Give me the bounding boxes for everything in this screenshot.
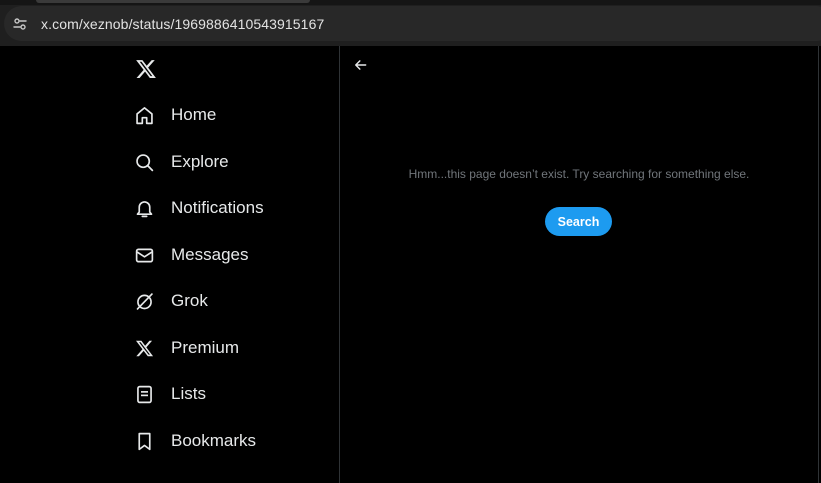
sidebar-item-label: Premium (171, 338, 240, 357)
page-content: Home Explore Notifications Messages Grok… (0, 46, 821, 483)
bell-icon (134, 198, 155, 219)
sidebar-item-label: Bookmarks (171, 431, 257, 450)
browser-toolbar: x.com/xeznob/status/1969886410543915167 (0, 0, 821, 46)
sidebar-item-explore[interactable]: Explore (124, 142, 241, 182)
grok-icon (134, 291, 155, 312)
url-text[interactable]: x.com/xeznob/status/1969886410543915167 (41, 16, 324, 32)
sidebar-item-home[interactable]: Home (124, 95, 228, 135)
sidebar-item-grok[interactable]: Grok (124, 281, 220, 321)
x-logo-icon (134, 338, 155, 359)
sidebar-item-label: Messages (171, 245, 249, 264)
sidebar-item-label: Grok (171, 291, 208, 310)
tab-strip (0, 0, 821, 5)
site-info-icon[interactable] (12, 16, 28, 32)
active-tab-edge[interactable] (36, 0, 310, 3)
sidebar-item-notifications[interactable]: Notifications (124, 188, 276, 228)
sidebar: Home Explore Notifications Messages Grok… (0, 46, 339, 483)
search-button[interactable]: Search (545, 207, 612, 236)
sidebar-item-lists[interactable]: Lists (124, 374, 218, 414)
envelope-icon (134, 245, 155, 266)
sidebar-item-label: Notifications (171, 198, 264, 217)
sidebar-item-label: Home (171, 105, 217, 124)
sidebar-item-premium[interactable]: Premium (124, 328, 251, 368)
list-icon (134, 384, 155, 405)
sidebar-item-label: Explore (171, 152, 229, 171)
address-bar[interactable]: x.com/xeznob/status/1969886410543915167 (4, 6, 821, 41)
column-divider (339, 46, 340, 483)
bookmark-icon (134, 431, 155, 452)
arrow-left-icon (354, 58, 368, 77)
sidebar-item-bookmarks[interactable]: Bookmarks (124, 421, 268, 461)
x-logo-icon[interactable] (135, 58, 157, 80)
home-icon (134, 105, 155, 126)
back-button[interactable] (350, 56, 372, 78)
not-found-message: Hmm...this page doesn’t exist. Try searc… (408, 167, 750, 181)
column-divider-right (818, 46, 819, 483)
sidebar-item-label: Lists (171, 384, 206, 403)
sidebar-item-messages[interactable]: Messages (124, 235, 260, 275)
search-icon (134, 152, 155, 173)
